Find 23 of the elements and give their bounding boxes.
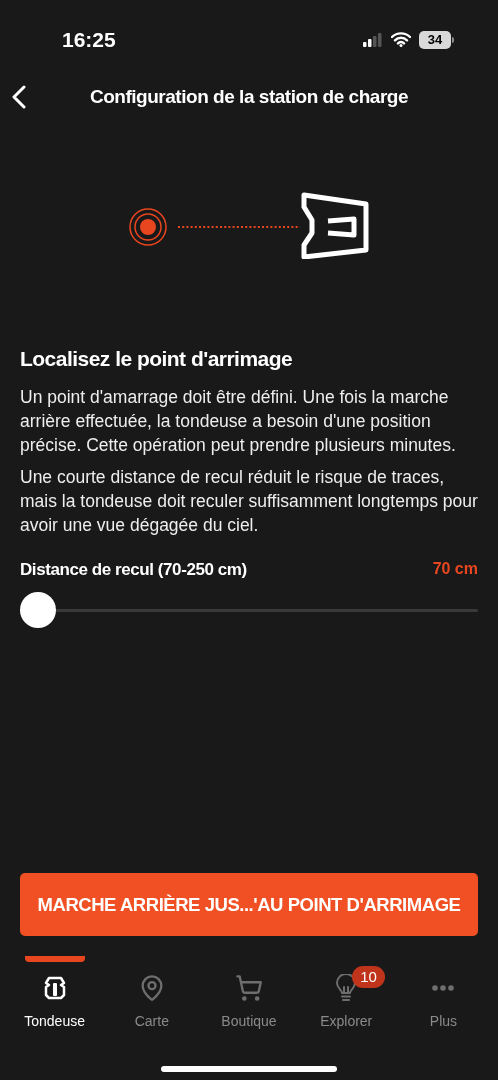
signal-icon	[363, 32, 383, 47]
more-icon	[432, 985, 455, 991]
wifi-icon	[391, 32, 411, 47]
slider-thumb[interactable]	[20, 592, 56, 628]
reverse-to-dock-button[interactable]: MARCHE ARRIÈRE JUS...'AU POINT D'ARRIMAGE	[20, 873, 478, 936]
back-icon	[12, 85, 26, 109]
battery-indicator: 34	[419, 30, 454, 49]
distance-slider[interactable]	[20, 592, 478, 628]
back-button[interactable]	[12, 85, 26, 109]
tab-item[interactable]: Plus	[429, 974, 458, 1032]
lightbulb-icon	[336, 974, 357, 1002]
description-text: Une courte distance de recul réduit le risque de traces, mais la tondeuse doit reculer suffisamment longtemps pour avoir une vue dégagée du ciel.	[20, 465, 478, 537]
section-title: Localisez le point d'arrimage	[20, 346, 294, 372]
description-text: Un point d'amarrage doit être défini. Une fois la marche arrière effectuée, la tondeuse a besoin d'une position précise. Cette opération peut prendre plusieurs minutes.	[20, 385, 457, 457]
notification-badge: 10	[352, 966, 385, 988]
tab-item[interactable]: Carte	[134, 974, 169, 1032]
cart-icon	[235, 974, 263, 1002]
tab-item[interactable]: Boutique	[221, 974, 277, 1032]
page-title: Configuration de la station de charge	[89, 84, 409, 109]
status-time: 16:25	[62, 26, 116, 53]
slider-value: 70 cm	[432, 559, 478, 580]
slider-label: Distance de recul (70-250 cm)	[20, 558, 247, 581]
tab-item[interactable]: Tondeuse	[24, 974, 85, 1032]
